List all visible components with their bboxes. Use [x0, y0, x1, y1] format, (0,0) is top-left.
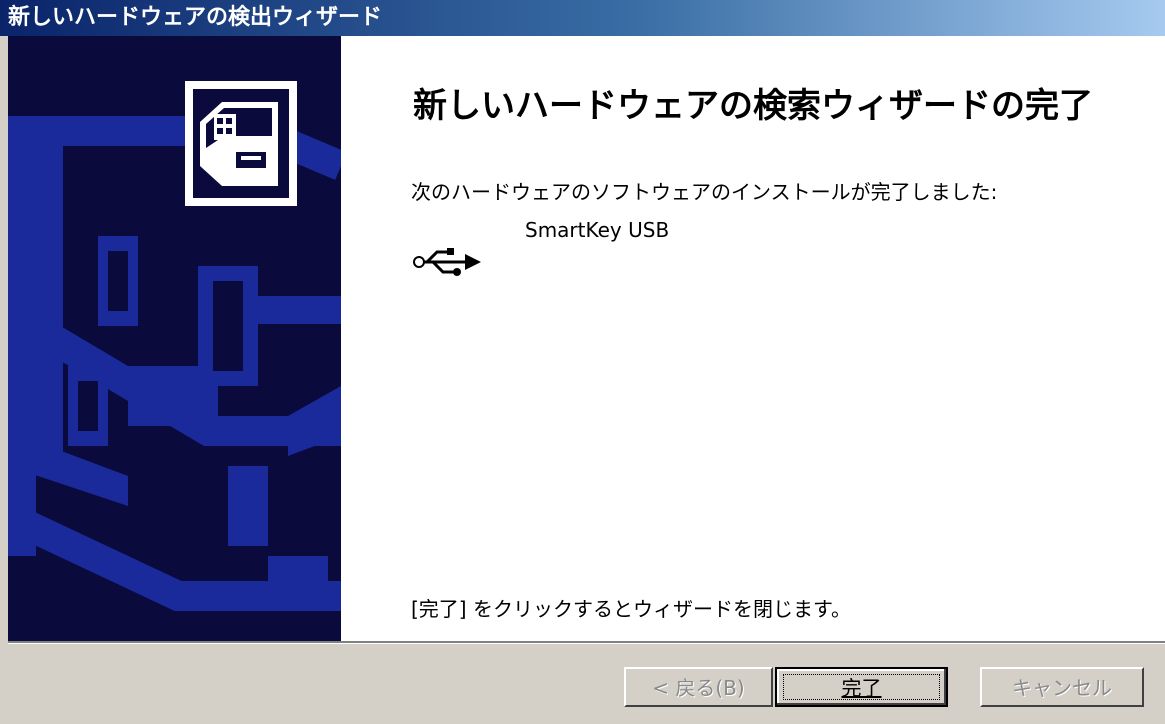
cancel-button-label: キャンセル — [1012, 676, 1112, 700]
hardware-illustration — [8, 36, 341, 641]
finish-button[interactable]: 完了 — [775, 667, 948, 707]
window-left-edge — [0, 36, 8, 724]
page-title: 新しいハードウェアの検索ウィザードの完了 — [413, 86, 1093, 126]
title-bar[interactable]: 新しいハードウェアの検出ウィザード — [0, 0, 1165, 36]
wizard-window: 新しいハードウェアの検出ウィザード 新しいハードウェアの検索ウィザードの完了 次… — [0, 0, 1165, 724]
wizard-side-panel — [8, 36, 341, 641]
button-divider — [8, 641, 1165, 644]
back-button[interactable]: < 戻る(B) — [624, 667, 773, 707]
wizard-content: 新しいハードウェアの検索ウィザードの完了 次のハードウェアのソフトウェアのインス… — [341, 36, 1165, 641]
back-button-label: < 戻る(B) — [652, 676, 745, 700]
device-name: SmartKey USB — [525, 218, 670, 242]
close-instruction: [完了] をクリックするとウィザードを閉じます。 — [411, 597, 851, 621]
finish-button-label: 完了 — [841, 676, 882, 700]
cancel-button[interactable]: キャンセル — [980, 667, 1144, 707]
usb-icon — [413, 248, 481, 276]
install-complete-message: 次のハードウェアのソフトウェアのインストールが完了しました: — [411, 180, 998, 204]
hardware-icon — [185, 81, 297, 206]
window-title: 新しいハードウェアの検出ウィザード — [8, 5, 383, 30]
device-list-item: SmartKey USB — [411, 216, 911, 276]
